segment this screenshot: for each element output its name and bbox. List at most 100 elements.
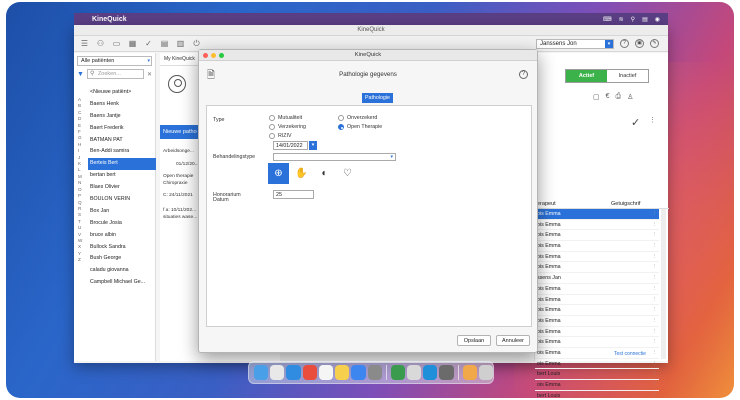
notes-icon[interactable] (335, 365, 350, 380)
session-row[interactable]: ois Emma ⋮ (535, 337, 659, 348)
more-icon[interactable]: ⋮ (652, 241, 657, 252)
session-row[interactable]: bert Louis ⋮ (535, 369, 659, 380)
system-preferences-icon[interactable] (367, 365, 382, 380)
keyboard-icon[interactable]: ⌨ (603, 16, 612, 23)
filter-icon[interactable]: ▼ (77, 71, 84, 78)
patient-list-item[interactable]: Blaes Olivier (88, 182, 156, 194)
more-icon[interactable]: ⋮ (652, 359, 657, 370)
menu-icon[interactable]: ☰ (80, 39, 89, 48)
new-pathology-button[interactable]: Nieuwe patho (160, 125, 200, 139)
more-icon[interactable]: ⋮ (652, 295, 657, 306)
patient-filter-select[interactable]: Alle patiënten ▾ (77, 56, 152, 66)
general-treatment-icon[interactable]: ⊕ (268, 163, 289, 184)
calendar-icon[interactable]: ▾ (309, 141, 317, 150)
date-field[interactable]: 14/01/2022 (273, 141, 308, 150)
patient-list-item[interactable]: Baens Jantje (88, 111, 156, 123)
kinequick-icon[interactable] (390, 365, 405, 380)
more-icon[interactable]: ⋮ (652, 369, 657, 380)
session-row[interactable]: bert Louis ⋮ (535, 391, 659, 400)
session-row[interactable]: ois Emma ⋮ (535, 380, 659, 391)
patient-list-item[interactable]: Campbell Michael Ge... (88, 277, 156, 289)
session-row[interactable]: ois Emma ⋮ (535, 316, 659, 327)
safari-icon[interactable] (286, 365, 301, 380)
session-row[interactable]: ois Emma ⋮ (535, 305, 659, 316)
radio-open-therapie[interactable]: Open Therapie (338, 124, 382, 130)
session-row[interactable]: ois Emma ⋮ (535, 359, 659, 370)
inactive-option[interactable]: Inactief (607, 70, 648, 82)
utility-icon[interactable] (439, 365, 454, 380)
more-icon[interactable]: ⋮ (652, 391, 657, 400)
radio-riziv[interactable]: RIZIV (269, 133, 292, 139)
euro-icon[interactable]: € (606, 93, 610, 101)
pt-icon[interactable]: ▢ (593, 93, 600, 101)
session-row[interactable]: ois Emma ⋮ (535, 252, 659, 263)
more-icon[interactable]: ⋮ (652, 273, 657, 284)
patient-list-item[interactable]: Ben-Addi samira (88, 146, 156, 158)
more-icon[interactable]: ⋮ (652, 380, 657, 391)
practitioner-select[interactable]: Janssens Jon ▾ (536, 39, 614, 49)
help-icon[interactable]: ? (620, 39, 629, 48)
clear-icon[interactable]: ✕ (147, 71, 152, 78)
more-icon[interactable]: ⋮ (652, 209, 657, 220)
patient-list-item[interactable]: Bush George (88, 253, 156, 265)
downloads-icon[interactable] (462, 365, 477, 380)
patient-list-item[interactable]: Baens Henk (88, 99, 156, 111)
head-icon[interactable]: ◐ (314, 163, 335, 184)
alphabet-letter[interactable]: Z (78, 257, 82, 263)
more-icon[interactable]: ⋮ (652, 348, 657, 359)
more-icon[interactable]: ⋮ (652, 337, 657, 348)
power-icon[interactable]: ⏻ (192, 39, 201, 48)
radio-verzekering[interactable]: Verzekering (269, 124, 306, 130)
session-row[interactable]: ois Emma ⋮ (535, 284, 659, 295)
session-row[interactable]: ois Emma ⋮ (535, 262, 659, 274)
checkmark-icon[interactable]: ✓ (631, 116, 640, 129)
patient-icon[interactable]: ⚇ (96, 39, 105, 48)
hand-icon[interactable]: ✋ (291, 163, 312, 184)
invoice-icon[interactable]: ▥ (176, 39, 185, 48)
calendar-icon[interactable]: ▦ (128, 39, 137, 48)
trash-icon[interactable] (478, 365, 493, 380)
active-option[interactable]: Actief (566, 70, 607, 82)
more-icon[interactable]: ⋮ (652, 230, 657, 241)
more-icon[interactable]: ⋮ (652, 252, 657, 263)
session-row[interactable]: ssens Jan ⋮ (535, 273, 659, 284)
checkmark-icon[interactable]: ✓ (144, 39, 153, 48)
test-connection-link[interactable]: Test connectie (614, 351, 646, 357)
patient-list-item[interactable]: Berteis Bert (88, 158, 156, 171)
radio-mutualiteit[interactable]: Mutualiteit (269, 115, 302, 121)
zoom-button[interactable] (219, 53, 224, 58)
wifi-icon[interactable]: ≋ (619, 16, 624, 23)
more-icon[interactable]: ⋮ (652, 220, 657, 231)
control-center-icon[interactable]: ▤ (642, 16, 648, 23)
active-toggle[interactable]: Actief Inactief (565, 69, 649, 83)
document-icon[interactable]: ▤ (160, 39, 169, 48)
connector-icon[interactable] (423, 365, 438, 380)
app-store-icon[interactable] (351, 365, 366, 380)
session-row[interactable]: ois Emma ⋮ (535, 327, 659, 338)
session-row[interactable]: ois Emma ⋮ (535, 220, 659, 231)
search-input[interactable]: ⚲ Zoeken... (86, 69, 144, 79)
calendar-app-icon[interactable] (318, 365, 334, 380)
patient-list-item[interactable]: BOULON VERIN (88, 194, 156, 206)
patient-list-item[interactable]: Brocule Josia (88, 218, 156, 230)
search-icon[interactable]: ⚲ (631, 16, 635, 23)
minimize-button[interactable] (211, 53, 216, 58)
patient-list-item[interactable]: bertan bert (88, 170, 156, 182)
fee-field[interactable]: 25 (273, 190, 314, 199)
scrollbar[interactable] (661, 209, 666, 359)
session-row[interactable]: ois Emma ⋮ (535, 209, 659, 220)
patient-list-item[interactable]: BATMAN PAT (88, 135, 156, 147)
close-button[interactable] (203, 53, 208, 58)
card-icon[interactable]: ▭ (112, 39, 121, 48)
more-icon[interactable]: ⋮ (652, 305, 657, 316)
patient-list-item[interactable]: Bullock Sandra (88, 242, 156, 254)
more-icon[interactable]: ⋮ (652, 262, 657, 273)
session-row[interactable]: ois Emma ⋮ (535, 241, 659, 252)
help-icon[interactable]: ? (519, 70, 528, 79)
more-icon[interactable]: ⋮ (652, 327, 657, 338)
print-icon[interactable]: ⎙ (616, 93, 622, 101)
more-icon[interactable]: ⋮ (649, 116, 656, 124)
user-icon[interactable]: ♙ (627, 93, 633, 101)
patient-list-item[interactable]: Box Jan (88, 206, 156, 218)
radio-onverzekerd[interactable]: Onverzekerd (338, 115, 377, 121)
